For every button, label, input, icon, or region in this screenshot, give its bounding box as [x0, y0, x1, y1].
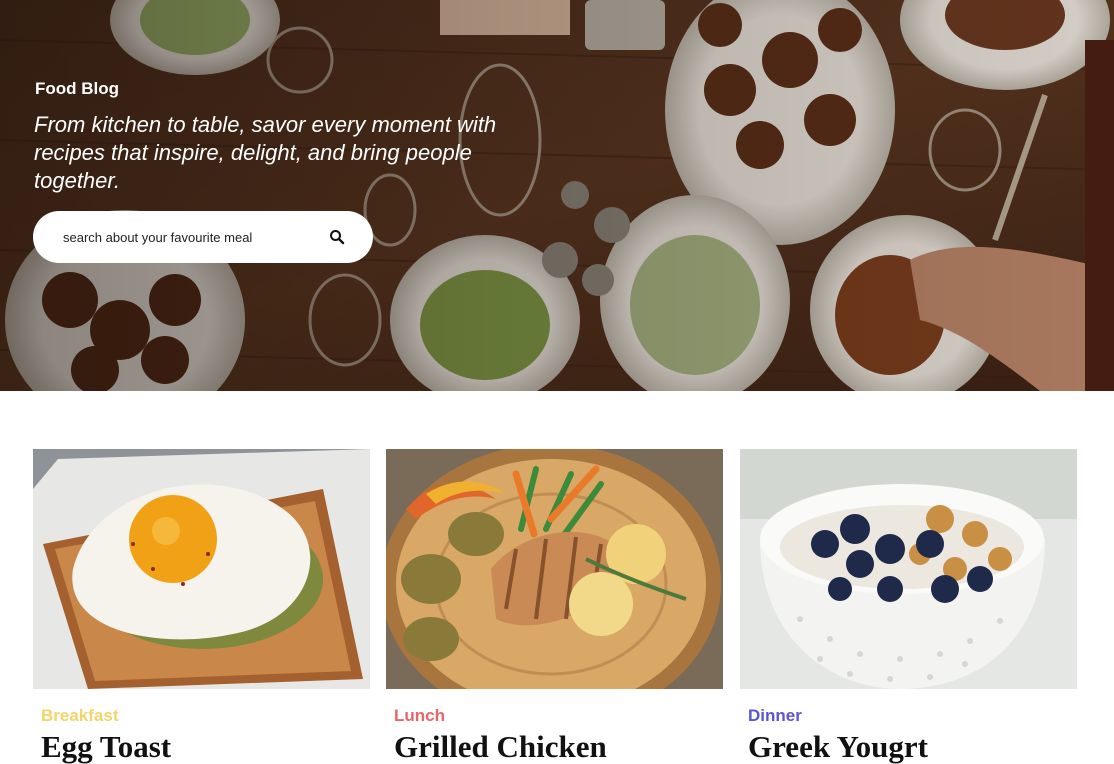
brand-title[interactable]: Food Blog	[35, 79, 119, 99]
greek-yogurt-image[interactable]	[740, 449, 1077, 689]
hero-banner: Food Blog From kitchen to table, savor e…	[0, 0, 1114, 391]
recipe-card-lunch[interactable]: Lunch Grilled Chicken	[386, 449, 723, 764]
card-category: Lunch	[394, 706, 445, 725]
card-category: Breakfast	[41, 706, 119, 725]
search-input[interactable]	[63, 229, 313, 245]
hero-overlay	[0, 0, 1114, 391]
search-icon[interactable]	[325, 225, 349, 249]
hero-tagline: From kitchen to table, savor every momen…	[34, 112, 497, 193]
card-title[interactable]: Greek Yougrt	[748, 729, 928, 764]
recipe-card-dinner[interactable]: Dinner Greek Yougrt	[740, 449, 1077, 764]
card-title[interactable]: Egg Toast	[41, 729, 171, 764]
grilled-chicken-image[interactable]	[386, 449, 723, 689]
card-title[interactable]: Grilled Chicken	[394, 729, 607, 764]
recipe-card-breakfast[interactable]: Breakfast Egg Toast	[33, 449, 370, 764]
search-bar	[33, 211, 373, 263]
egg-toast-image[interactable]	[33, 449, 370, 689]
card-category: Dinner	[748, 706, 802, 725]
